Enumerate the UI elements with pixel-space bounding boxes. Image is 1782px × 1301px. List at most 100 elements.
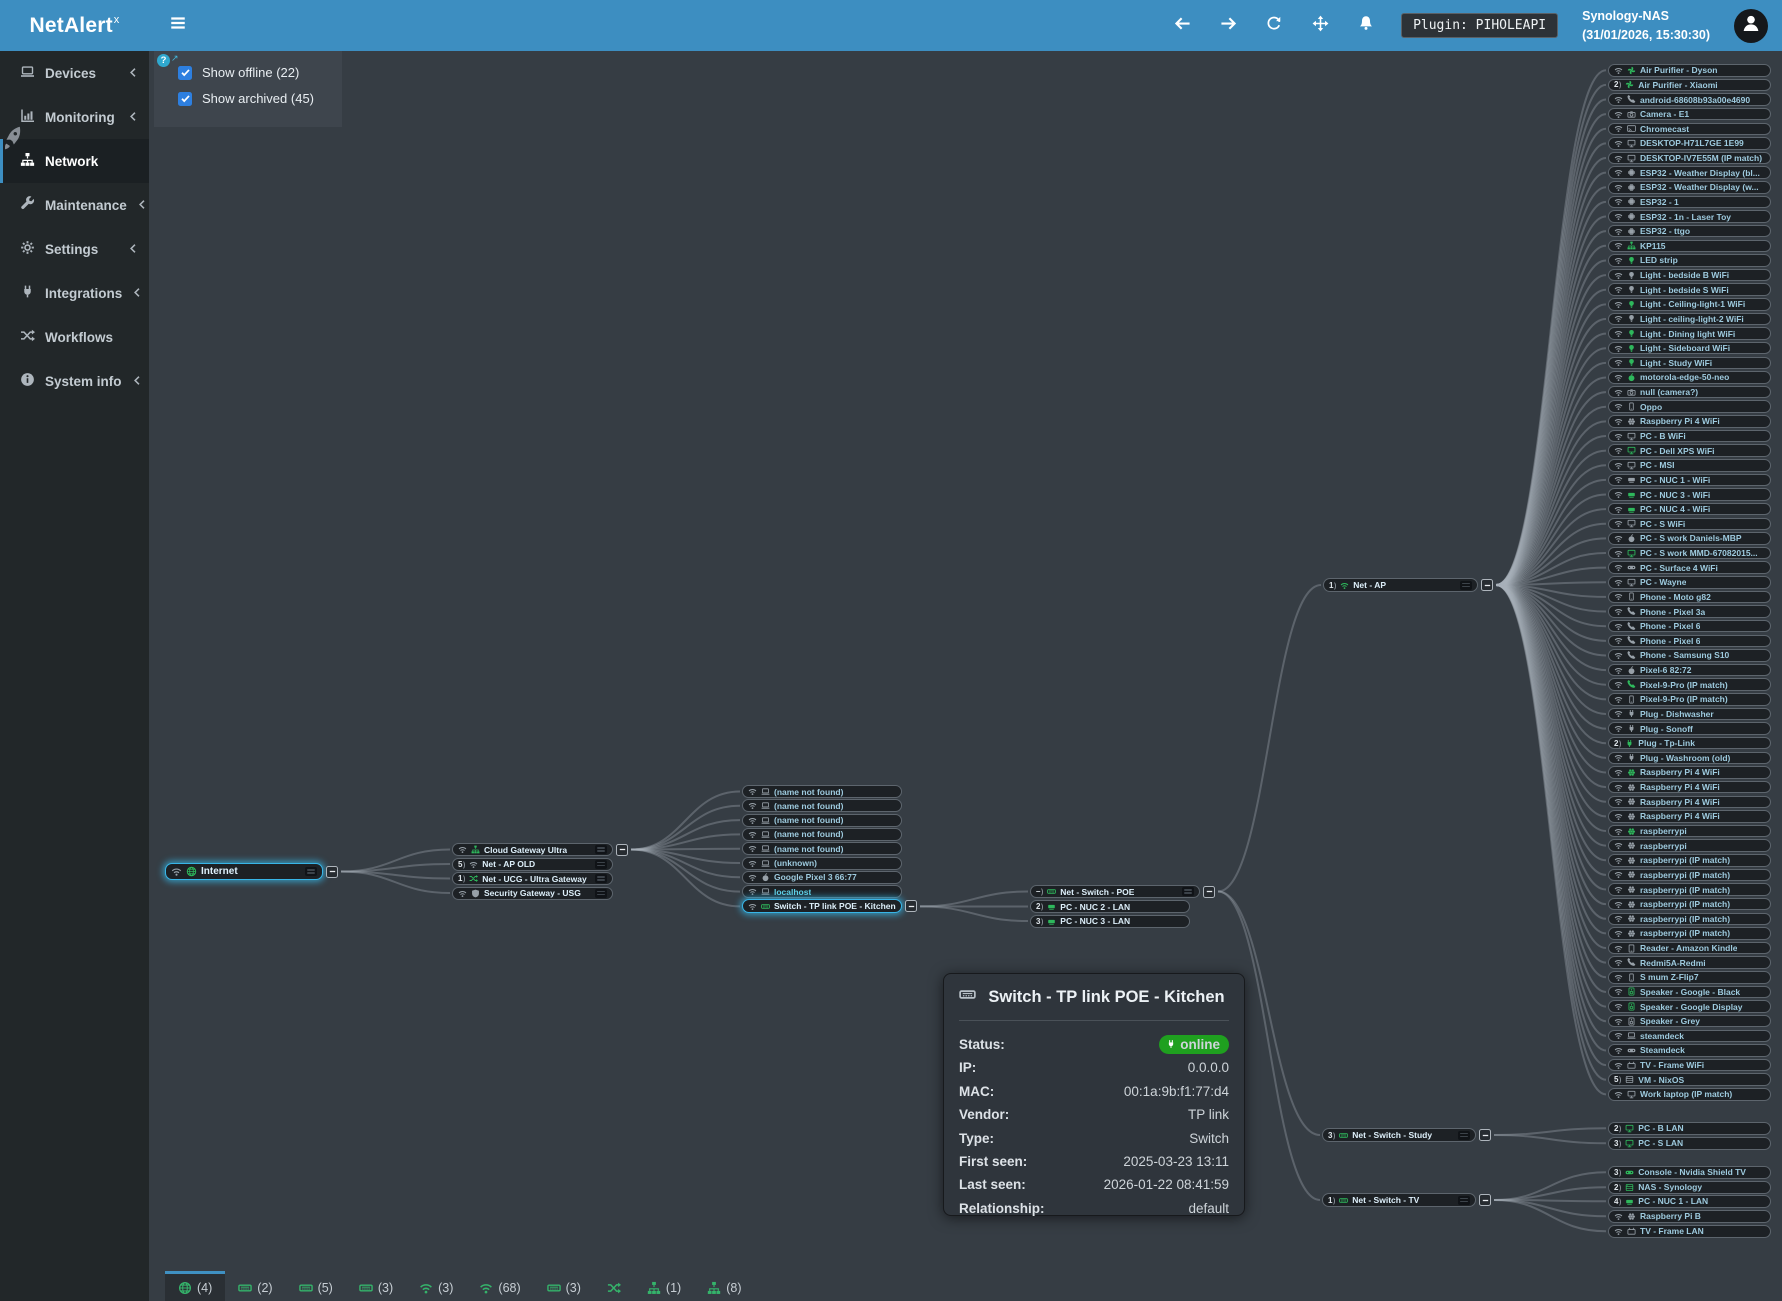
sidebar-item-system-info[interactable]: System info [0, 359, 149, 403]
graph-node-raspberry-pi-4-wifi[interactable]: Raspberry Pi 4 WiFi [1608, 766, 1771, 779]
graph-node-raspberrypi[interactable]: raspberrypi [1608, 825, 1771, 838]
graph-node-console-nvidia-shield-tv[interactable]: 3)Console - Nvidia Shield TV [1608, 1166, 1771, 1179]
graph-node-air-purifier-dyson[interactable]: Air Purifier - Dyson [1608, 64, 1771, 77]
graph-node-switch-tp-link-poe-kitchen[interactable]: Switch - TP link POE - Kitchen [742, 899, 902, 913]
collapse-button[interactable] [1203, 886, 1215, 898]
graph-node-speaker-google-black[interactable]: Speaker - Google - Black [1608, 986, 1771, 999]
graph-node-esp32-1n-laser-toy[interactable]: ESP32 - 1n - Laser Toy [1608, 210, 1771, 223]
graph-node-redmi5a-redmi[interactable]: Redmi5A-Redmi [1608, 956, 1771, 969]
graph-node-pc-s-wifi[interactable]: PC - S WiFi [1608, 518, 1771, 531]
graph-node-chromecast[interactable]: Chromecast [1608, 123, 1771, 136]
graph-node-light-ceiling-light-2-wifi[interactable]: Light - ceiling-light-2 WiFi [1608, 313, 1771, 326]
graph-node-internet[interactable]: Internet [165, 863, 323, 880]
graph-node-pc-msi[interactable]: PC - MSI [1608, 459, 1771, 472]
graph-node-pc-nuc-3-lan[interactable]: 3)PC - NUC 3 - LAN [1030, 915, 1190, 928]
graph-node-name-not-found[interactable]: (name not found) [742, 828, 902, 841]
graph-node-speaker-grey[interactable]: Speaker - Grey [1608, 1015, 1771, 1028]
graph-node-raspberry-pi-b[interactable]: Raspberry Pi B [1608, 1210, 1771, 1223]
graph-node-name-not-found[interactable]: (name not found) [742, 842, 902, 855]
help-icon[interactable]: ? [157, 54, 170, 67]
graph-node-esp32-weather-display-bl[interactable]: ESP32 - Weather Display (bl... [1608, 166, 1771, 179]
graph-node-phone-pixel-6[interactable]: Phone - Pixel 6 [1608, 635, 1771, 648]
network-hub-tab-9[interactable]: (1) [634, 1271, 694, 1301]
graph-node-light-bedside-b-wifi[interactable]: Light - bedside B WiFi [1608, 269, 1771, 282]
graph-node-raspberry-pi-4-wifi[interactable]: Raspberry Pi 4 WiFi [1608, 796, 1771, 809]
app-logo[interactable]: NetAlertx [0, 0, 149, 51]
graph-node-esp32-weather-display-w[interactable]: ESP32 - Weather Display (w... [1608, 181, 1771, 194]
collapse-button[interactable] [1479, 1129, 1491, 1141]
graph-node-phone-samsung-s10[interactable]: Phone - Samsung S10 [1608, 649, 1771, 662]
graph-node-steamdeck[interactable]: Steamdeck [1608, 1044, 1771, 1057]
graph-node-name-not-found[interactable]: (name not found) [742, 785, 902, 798]
network-hub-tab-5[interactable]: (3) [406, 1271, 466, 1301]
graph-node-pc-wayne[interactable]: PC - Wayne [1608, 576, 1771, 589]
graph-node-pixel-6-82-72[interactable]: Pixel-6 82:72 [1608, 664, 1771, 677]
pan-move-button[interactable] [1309, 15, 1331, 37]
checkbox[interactable] [178, 66, 192, 80]
graph-node-light-bedside-s-wifi[interactable]: Light - bedside S WiFi [1608, 283, 1771, 296]
help-link[interactable]: ? ↗ [157, 54, 179, 67]
graph-node-oppo[interactable]: Oppo [1608, 400, 1771, 413]
graph-node-pc-s-work-mmd-67082015[interactable]: PC - S work MMD-67082015... [1608, 547, 1771, 560]
network-hub-tab-7[interactable]: (3) [534, 1271, 594, 1301]
graph-node-camera-e1[interactable]: Camera - E1 [1608, 108, 1771, 121]
sidebar-item-workflows[interactable]: Workflows [0, 315, 149, 359]
graph-node-motorola-edge-50-neo[interactable]: motorola-edge-50-neo [1608, 371, 1771, 384]
network-hub-tab-2[interactable]: (2) [225, 1271, 285, 1301]
graph-node-android-68608b93a00e4690[interactable]: android-68608b93a00e4690 [1608, 93, 1771, 106]
network-hub-tab-4[interactable]: (3) [346, 1271, 406, 1301]
graph-node-phone-pixel-6[interactable]: Phone - Pixel 6 [1608, 620, 1771, 633]
graph-node-plug-sonoff[interactable]: Plug - Sonoff [1608, 722, 1771, 735]
graph-node-raspberry-pi-4-wifi[interactable]: Raspberry Pi 4 WiFi [1608, 781, 1771, 794]
graph-node-null-camera[interactable]: null (camera?) [1608, 386, 1771, 399]
graph-node-cloud-gateway-ultra[interactable]: Cloud Gateway Ultra [452, 843, 613, 856]
graph-node-google-pixel-3-66-77[interactable]: Google Pixel 3 66:77 [742, 871, 902, 884]
graph-node-plug-tp-link[interactable]: 2)Plug - Tp-Link [1608, 737, 1771, 750]
collapse-button[interactable] [616, 844, 628, 856]
graph-node-pc-nuc-2-lan[interactable]: 2)PC - NUC 2 - LAN [1030, 900, 1190, 913]
network-hub-tab-6[interactable]: (68) [466, 1271, 533, 1301]
sidebar-item-integrations[interactable]: Integrations [0, 271, 149, 315]
notifications-bell-button[interactable] [1355, 15, 1377, 37]
graph-node-pc-nuc-4-wifi[interactable]: PC - NUC 4 - WiFi [1608, 503, 1771, 516]
graph-node-esp32-1[interactable]: ESP32 - 1 [1608, 196, 1771, 209]
graph-node-desktop-h71l7ge-1e99[interactable]: DESKTOP-H71L7GE 1E99 [1608, 137, 1771, 150]
graph-node-pc-dell-xps-wifi[interactable]: PC - Dell XPS WiFi [1608, 444, 1771, 457]
graph-node-kp115[interactable]: KP115 [1608, 240, 1771, 253]
network-hub-tab-3[interactable]: (5) [286, 1271, 346, 1301]
graph-node-pixel-9-pro-ip-match[interactable]: Pixel-9-Pro (IP match) [1608, 693, 1771, 706]
graph-node-light-ceiling-light-1-wifi[interactable]: Light - Ceiling-light-1 WiFi [1608, 298, 1771, 311]
sidebar-item-maintenance[interactable]: Maintenance [0, 183, 149, 227]
graph-node-net-ap[interactable]: 1)Net - AP [1323, 578, 1478, 592]
graph-node-net-switch-poe[interactable]: –)Net - Switch - POE [1030, 885, 1200, 898]
graph-node-work-laptop-ip-match[interactable]: Work laptop (IP match) [1608, 1088, 1771, 1101]
collapse-button[interactable] [1479, 1194, 1491, 1206]
graph-node-speaker-google-display[interactable]: Speaker - Google Display [1608, 1000, 1771, 1013]
graph-node-plug-dishwasher[interactable]: Plug - Dishwasher [1608, 708, 1771, 721]
graph-node-pc-nuc-1-wifi[interactable]: PC - NUC 1 - WiFi [1608, 474, 1771, 487]
graph-node-tv-frame-wifi[interactable]: TV - Frame WiFi [1608, 1059, 1771, 1072]
checkbox[interactable] [178, 92, 192, 106]
graph-node-plug-washroom-old[interactable]: Plug - Washroom (old) [1608, 752, 1771, 765]
hamburger-menu-icon[interactable] [163, 11, 193, 41]
graph-node-tv-frame-lan[interactable]: TV - Frame LAN [1608, 1225, 1771, 1238]
graph-node-pixel-9-pro-ip-match[interactable]: Pixel-9-Pro (IP match) [1608, 678, 1771, 691]
forward-button[interactable] [1217, 15, 1239, 37]
graph-node-s-mum-z-flip7[interactable]: S mum Z-Flip7 [1608, 971, 1771, 984]
graph-node-light-dining-light-wifi[interactable]: Light - Dining light WiFi [1608, 327, 1771, 340]
sidebar-item-devices[interactable]: Devices [0, 51, 149, 95]
graph-node-raspberry-pi-4-wifi[interactable]: Raspberry Pi 4 WiFi [1608, 810, 1771, 823]
refresh-button[interactable] [1263, 15, 1285, 37]
collapse-button[interactable] [326, 866, 338, 878]
graph-node-net-ap-old[interactable]: 5)Net - AP OLD [452, 858, 613, 871]
network-hub-tab-1[interactable]: (4) [165, 1271, 225, 1301]
graph-node-pc-nuc-3-wifi[interactable]: PC - NUC 3 - WiFi [1608, 488, 1771, 501]
graph-node-net-switch-study[interactable]: 3)Net - Switch - Study [1322, 1128, 1476, 1142]
graph-node-led-strip[interactable]: LED strip [1608, 254, 1771, 267]
graph-node-pc-s-lan[interactable]: 3)PC - S LAN [1608, 1137, 1771, 1150]
graph-node-vm-nixos[interactable]: 5)VM - NixOS [1608, 1073, 1771, 1086]
graph-node-raspberrypi-ip-match[interactable]: raspberrypi (IP match) [1608, 927, 1771, 940]
graph-node-light-study-wifi[interactable]: Light - Study WiFi [1608, 357, 1771, 370]
back-button[interactable] [1171, 15, 1193, 37]
graph-node-desktop-iv7e55m-ip-match[interactable]: DESKTOP-IV7E55M (IP match) [1608, 152, 1771, 165]
